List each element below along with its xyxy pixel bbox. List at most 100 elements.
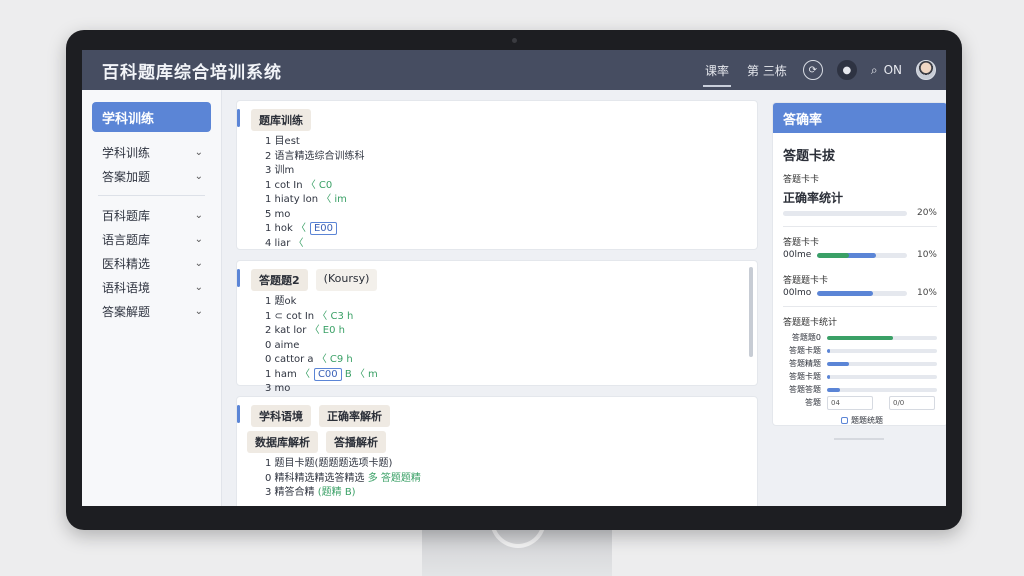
divider: [783, 306, 937, 307]
refresh-icon[interactable]: ⟳: [802, 60, 823, 80]
card-line: 4 liar 〈: [251, 237, 747, 252]
app-title: 百科题库综合培训系统: [102, 62, 282, 83]
card-header: 答题题2 (Koursy): [251, 269, 747, 291]
nav-link-1[interactable]: 课率: [703, 58, 732, 87]
line-text: 1 cot In: [265, 179, 306, 191]
sidebar-divider: [98, 195, 205, 196]
line-text: 1 题目卡题(题题题选项卡题): [265, 458, 393, 469]
stat-pct: 20%: [916, 208, 937, 218]
sidebar-item-label: 语科语境: [102, 280, 151, 295]
checkbox[interactable]: [841, 417, 848, 424]
line-answer: 〈: [293, 237, 304, 249]
checkbox-row[interactable]: 题题统题: [841, 415, 937, 425]
mini-input-1[interactable]: 04: [827, 395, 873, 410]
mini-bar-track: [827, 374, 937, 379]
mini-bar-label: 答题卡题: [789, 372, 821, 381]
line-text: 1 hok: [265, 223, 296, 234]
card-line: 1 ⊂ cot In 〈 C3 h: [251, 310, 747, 325]
row-label: 00lmo: [783, 288, 812, 298]
answer-box[interactable]: E00: [309, 222, 338, 235]
progress-2: [817, 252, 907, 258]
mini-input-2[interactable]: 0/0: [889, 395, 935, 410]
progress-fill-blue: [817, 290, 873, 296]
sidebar-item[interactable]: 医科精选 ⌄: [92, 251, 211, 275]
card-line: 0 精科精选精选答精选 多 答题题精: [251, 472, 747, 487]
card-tag[interactable]: 题库训练: [251, 109, 311, 131]
sidebar-item[interactable]: 语言题库 ⌄: [92, 227, 211, 251]
mini-bar-label: 答题精题: [789, 359, 821, 368]
line-text: 3 训m: [265, 165, 295, 176]
panel-scroll-indicator: [834, 438, 884, 440]
card-line: 3 训m: [251, 164, 747, 179]
chevron-down-icon: ⌄: [194, 170, 203, 182]
stat-big: 正确率统计: [783, 191, 844, 205]
mini-bar-row: 答题题0: [783, 331, 937, 344]
card-tag[interactable]: 数据库解析: [247, 431, 318, 453]
stat-progress: [783, 210, 907, 216]
sidebar-item[interactable]: 答案加题 ⌄: [92, 164, 211, 188]
row-pct: 10%: [916, 250, 937, 260]
sidebar-item[interactable]: 学科训练 ⌄: [92, 140, 211, 164]
mini-bar-fill: [827, 335, 893, 340]
sidebar-item[interactable]: 语科语境 ⌄: [92, 275, 211, 299]
stat-row: 正确率统计: [783, 187, 937, 206]
card-tag[interactable]: 正确率解析: [319, 405, 390, 427]
stat-label: 答题卡卡: [783, 175, 820, 185]
main-content: 题库训练 1 目est 2 语言精选综合训练科 3 训m 1 cot In 〈 C0 1…: [230, 90, 764, 506]
card-tag[interactable]: (Koursy): [315, 269, 378, 291]
card-tag[interactable]: 答播解析: [326, 431, 386, 453]
sidebar-item-label: 百科题库: [102, 208, 151, 223]
mini-bar-track: [827, 361, 937, 366]
section-label: 答题卡卡: [783, 238, 820, 248]
question-card-1: 题库训练 1 目est 2 语言精选综合训练科 3 训m 1 cot In 〈 C0 1…: [236, 100, 758, 250]
card-line: 3 mo: [251, 382, 747, 397]
card-tag[interactable]: 答题题2: [251, 269, 308, 291]
nav-link-2[interactable]: 第 三栋: [745, 58, 789, 83]
mini-bar-row: 答题精题: [783, 357, 937, 370]
checkbox-label: 题题统题: [851, 416, 883, 425]
top-bar: 百科题库综合培训系统 课率 第 三栋 ⟳ ● ⌕ ON: [82, 50, 946, 90]
mini-bar-fill: [827, 348, 831, 353]
stat-progress-row: 20%: [783, 208, 937, 218]
line-answer: 多 答题题精: [367, 472, 421, 484]
card-line: 1 ham 〈 C00 B 〈 m: [251, 367, 747, 383]
sidebar-item[interactable]: 答案解题 ⌄: [92, 299, 211, 323]
card-line: 1 cot In 〈 C0: [251, 179, 747, 194]
chevron-down-icon: ⌄: [194, 146, 203, 158]
stat-progress-fill: [783, 210, 860, 216]
mini-bar-fill: [827, 387, 841, 392]
user-icon[interactable]: ●: [836, 60, 857, 80]
chevron-down-icon: ⌄: [194, 209, 203, 221]
line-text: 1 ham: [265, 368, 300, 380]
card-line: 1 题ok: [251, 295, 747, 310]
progress-3: [817, 290, 907, 296]
user-label: ON: [883, 63, 902, 77]
sidebar-item-label: 答案加题: [102, 169, 151, 184]
line-text: 1 题ok: [265, 296, 297, 307]
answer-box[interactable]: C00: [313, 367, 342, 381]
camera-dot: [512, 38, 517, 43]
sidebar-item-label: 答案解题: [102, 304, 151, 319]
search-area[interactable]: ⌕ ON: [871, 63, 902, 78]
card-lines: 1 目est 2 语言精选综合训练科 3 训m 1 cot In 〈 C0 1 hiat…: [251, 135, 747, 251]
card-tag[interactable]: 学科语境: [251, 405, 311, 427]
scrollbar[interactable]: [749, 267, 753, 357]
top-nav: 课率 第 三栋 ⟳ ● ⌕ ON: [703, 58, 936, 87]
question-card-3: 学科语境 正确率解析 数据库解析 答播解析 1 题目卡题(题题题选项卡题) 0 精…: [236, 396, 758, 506]
sidebar-title[interactable]: 学科训练: [92, 102, 211, 132]
line-text: 3 mo: [265, 383, 291, 394]
mini-bar-row: 答题卡题: [783, 344, 937, 357]
avatar[interactable]: [916, 60, 936, 80]
mini-bar-track: [827, 335, 937, 340]
chevron-down-icon: ⌄: [194, 305, 203, 317]
sidebar-item[interactable]: 百科题库 ⌄: [92, 203, 211, 227]
card-line: 1 目est: [251, 135, 747, 150]
line-answer: 〈 E0 h: [309, 325, 345, 336]
mini-bar-fill: [827, 361, 849, 366]
search-icon[interactable]: ⌕: [871, 63, 878, 78]
section-label: 答题题卡统计: [783, 318, 838, 328]
mini-bar-row: 答题卡题: [783, 370, 937, 383]
line-text: 2 kat lor: [265, 325, 310, 336]
line-answer: 〈 C0: [305, 179, 333, 191]
sidebar-item-label: 学科训练: [102, 145, 151, 160]
